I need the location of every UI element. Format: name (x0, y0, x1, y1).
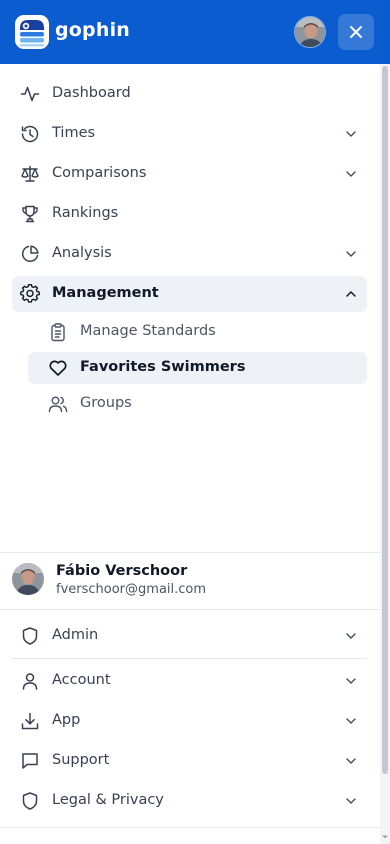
shield-icon (22, 792, 38, 810)
nav-item-admin[interactable]: Admin (12, 618, 367, 654)
profile-name: Fábio Verschoor (56, 563, 188, 579)
nav-sublabel-manage-standards: Manage Standards (80, 323, 216, 339)
nav-item-analysis[interactable]: Analysis (12, 236, 367, 272)
nav-subitem-favorites-swimmers[interactable]: Favorites Swimmers (28, 352, 367, 384)
nav-sublabel-groups: Groups (80, 395, 132, 411)
nav-label-support: Support (52, 752, 110, 768)
message-square-icon (22, 753, 38, 769)
brand-name: gophin (55, 19, 131, 41)
user-avatar[interactable] (294, 16, 326, 48)
nav-label-app: App (52, 712, 81, 728)
users-icon (48, 396, 68, 413)
scroll-down-arrow-icon[interactable] (380, 832, 390, 842)
nav-label-management: Management (52, 285, 159, 301)
divider (0, 827, 380, 828)
pie-chart-icon (22, 245, 39, 262)
nav-label-comparisons: Comparisons (52, 165, 147, 181)
chevron-down-icon (346, 758, 356, 764)
nav-item-support[interactable]: Support (12, 743, 367, 779)
chevron-down-icon (346, 798, 356, 804)
activity-icon (20, 86, 40, 102)
nav-item-rankings[interactable]: Rankings (12, 196, 367, 232)
chevron-up-icon (346, 291, 356, 297)
gophin-logo-icon[interactable] (14, 14, 50, 50)
nav-label-analysis: Analysis (52, 245, 112, 261)
nav-item-dashboard[interactable]: Dashboard (12, 76, 367, 112)
trophy-icon (22, 205, 38, 223)
scrollbar-thumb[interactable] (382, 66, 388, 774)
profile-avatar (12, 563, 44, 595)
nav-item-comparisons[interactable]: Comparisons (12, 156, 367, 192)
chevron-down-icon (346, 633, 356, 639)
divider (12, 658, 367, 659)
top-bar: gophin (0, 0, 390, 64)
user-icon (22, 673, 38, 690)
nav-label-rankings: Rankings (52, 205, 119, 221)
nav-item-app[interactable]: App (12, 703, 367, 739)
chevron-down-icon (346, 678, 356, 684)
shield-icon (22, 627, 38, 645)
profile-email: fverschoor@gmail.com (56, 582, 207, 597)
nav-label-admin: Admin (52, 627, 99, 643)
chevron-down-icon (346, 171, 356, 177)
nav-item-account[interactable]: Account (12, 663, 367, 699)
nav-subitem-groups[interactable]: Groups (28, 388, 367, 420)
heart-icon (49, 360, 67, 376)
chevron-down-icon (346, 251, 356, 257)
nav-item-legal-privacy[interactable]: Legal & Privacy (12, 783, 367, 819)
close-icon (350, 26, 362, 38)
nav-label-account: Account (52, 672, 111, 688)
history-icon (21, 125, 39, 143)
nav-item-management[interactable]: Management (12, 276, 367, 312)
nav-item-times[interactable]: Times (12, 116, 367, 152)
chevron-down-icon (346, 718, 356, 724)
nav-label-legal-privacy: Legal & Privacy (52, 792, 164, 808)
download-icon (21, 712, 39, 730)
scale-icon (21, 165, 39, 182)
close-menu-button[interactable] (338, 14, 374, 50)
gear-icon (20, 284, 40, 303)
nav-label-times: Times (52, 125, 96, 141)
chevron-down-icon (346, 131, 356, 137)
divider (0, 609, 380, 610)
nav-subitem-manage-standards[interactable]: Manage Standards (28, 316, 367, 348)
divider (0, 552, 380, 553)
clipboard-list-icon (51, 323, 65, 342)
nav-sublabel-favorites-swimmers: Favorites Swimmers (80, 359, 246, 375)
nav-label-dashboard: Dashboard (52, 85, 131, 101)
